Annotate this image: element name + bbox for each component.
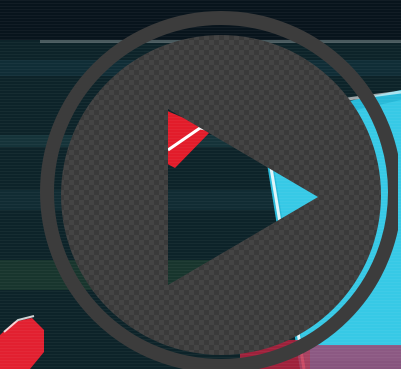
play-overlay-graphic xyxy=(40,11,398,369)
video-player[interactable]: play-icon xyxy=(0,0,401,369)
play-disc xyxy=(61,35,381,355)
play-button[interactable]: play-icon xyxy=(34,5,398,369)
